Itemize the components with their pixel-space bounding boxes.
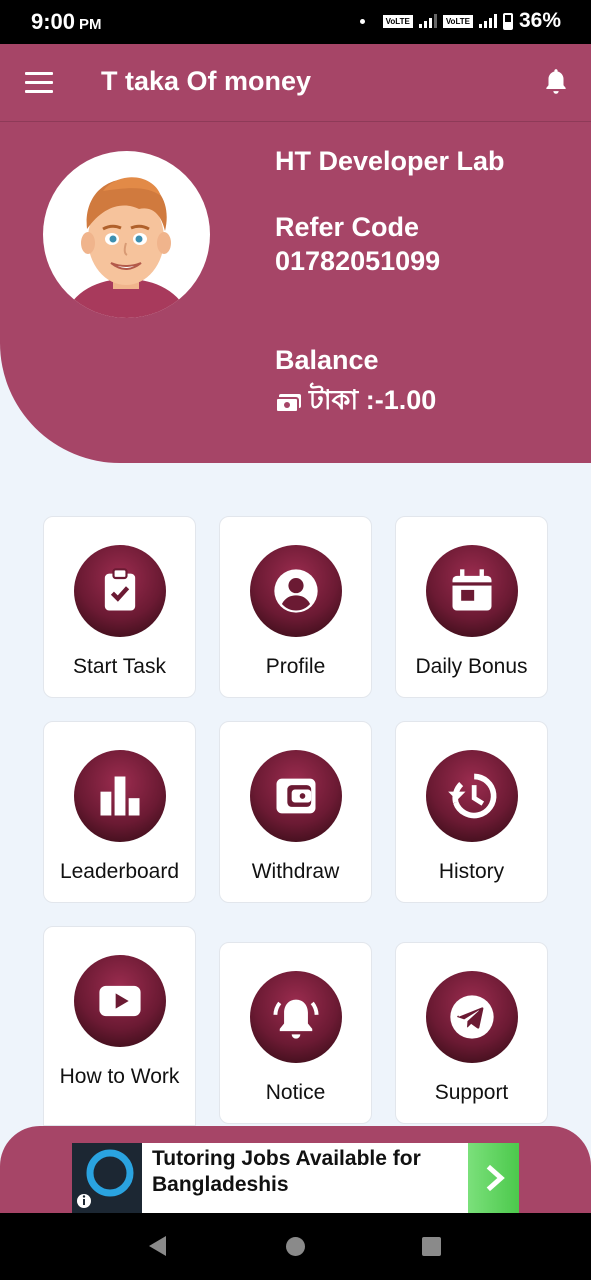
status-time: 9:00 PM bbox=[31, 9, 102, 34]
battery-level: 36% bbox=[518, 9, 561, 32]
app-title: T taka Of money bbox=[101, 66, 312, 96]
wallet-icon bbox=[249, 750, 342, 842]
start-task-card[interactable]: Start Task bbox=[43, 516, 196, 698]
money-icon bbox=[275, 393, 301, 413]
balance-value: টাকা :-1.00 bbox=[309, 385, 437, 415]
history-icon bbox=[425, 750, 518, 842]
volte-badge-1: VoLTE bbox=[382, 14, 413, 28]
profile-label: Profile bbox=[265, 655, 326, 678]
calendar-icon bbox=[425, 545, 518, 637]
refer-code-value: 01782051099 bbox=[275, 246, 441, 276]
play-icon bbox=[73, 955, 166, 1047]
refer-code-label: Refer Code bbox=[275, 212, 420, 242]
balance-label: Balance bbox=[275, 345, 379, 375]
status-ampm: PM bbox=[79, 16, 102, 33]
recents-icon[interactable] bbox=[421, 1236, 442, 1257]
notification-dot-icon bbox=[359, 18, 365, 24]
ad-banner[interactable]: Tutoring Jobs Available for Bangladeshis bbox=[72, 1143, 519, 1213]
user-name: HT Developer Lab bbox=[275, 146, 505, 176]
profile-header: HT Developer Lab Refer Code 01782051099 … bbox=[0, 122, 591, 463]
home-icon[interactable] bbox=[285, 1236, 306, 1257]
battery-icon bbox=[502, 12, 513, 30]
profile-card[interactable]: Profile bbox=[219, 516, 372, 698]
notice-label: Notice bbox=[265, 1081, 326, 1104]
leaderboard-card[interactable]: Leaderboard bbox=[43, 721, 196, 903]
volte-badge-2: VoLTE bbox=[442, 14, 473, 28]
daily-bonus-card[interactable]: Daily Bonus bbox=[395, 516, 548, 698]
ad-text: Tutoring Jobs Available for Bangladeshis bbox=[152, 1147, 421, 1196]
history-card[interactable]: History bbox=[395, 721, 548, 903]
daily-bonus-label: Daily Bonus bbox=[415, 655, 528, 678]
status-bar: 9:00 PM VoLTE VoLTE 36% bbox=[0, 0, 591, 44]
avatar-illustration bbox=[63, 177, 190, 318]
clipboard-check-icon bbox=[73, 545, 166, 637]
ad-arrow-icon[interactable] bbox=[468, 1143, 519, 1213]
avatar bbox=[43, 151, 210, 318]
support-card[interactable]: Support bbox=[395, 942, 548, 1124]
system-nav-bar bbox=[0, 1213, 591, 1280]
status-icons: VoLTE VoLTE 36% bbox=[359, 9, 561, 33]
withdraw-label: Withdraw bbox=[251, 860, 340, 883]
withdraw-card[interactable]: Withdraw bbox=[219, 721, 372, 903]
telegram-icon bbox=[425, 971, 518, 1063]
support-label: Support bbox=[434, 1081, 509, 1104]
bar-chart-icon bbox=[73, 750, 166, 842]
signal-icon-2 bbox=[478, 14, 497, 28]
notification-bell-icon[interactable] bbox=[543, 67, 569, 97]
leaderboard-label: Leaderboard bbox=[59, 860, 180, 883]
start-task-label: Start Task bbox=[73, 655, 166, 678]
back-icon[interactable] bbox=[146, 1233, 170, 1259]
hamburger-menu-icon[interactable] bbox=[25, 72, 53, 94]
balance-row: টাকা :-1.00 bbox=[275, 380, 436, 425]
how-to-work-label: How to Work bbox=[59, 1065, 180, 1088]
signal-icon bbox=[418, 14, 437, 28]
app-bar: T taka Of money bbox=[0, 44, 591, 122]
history-label: History bbox=[438, 860, 505, 883]
ad-logo-icon bbox=[72, 1143, 142, 1213]
bell-ring-icon bbox=[249, 971, 342, 1063]
user-circle-icon bbox=[249, 545, 342, 637]
how-to-work-card[interactable]: How to Work bbox=[43, 926, 196, 1126]
notice-card[interactable]: Notice bbox=[219, 942, 372, 1124]
